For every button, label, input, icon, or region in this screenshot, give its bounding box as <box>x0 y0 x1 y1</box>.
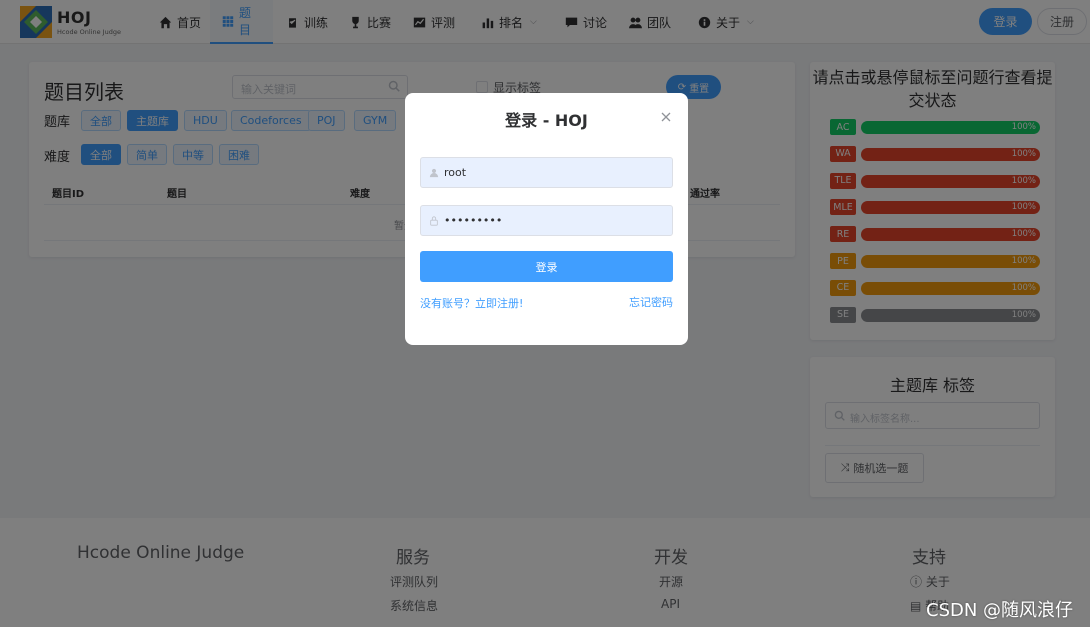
watermark: CSDN @随风浪仔 <box>926 600 1074 621</box>
dialog-title: 登录 - HOJ <box>505 111 588 130</box>
register-link[interactable]: 没有账号？立即注册! <box>420 295 523 311</box>
username-field[interactable]: root <box>420 157 673 188</box>
password-field[interactable]: ••••••••• <box>420 205 673 236</box>
user-icon <box>429 168 439 178</box>
lock-icon <box>430 216 438 226</box>
forgot-password-link[interactable]: 忘记密码 <box>629 294 673 310</box>
submit-login-button[interactable]: 登录 <box>420 251 673 282</box>
login-dialog: 登录 - HOJ root ••••••••• 登录 没有账号？立即注册! 忘记… <box>405 93 688 345</box>
close-icon[interactable] <box>660 111 672 123</box>
